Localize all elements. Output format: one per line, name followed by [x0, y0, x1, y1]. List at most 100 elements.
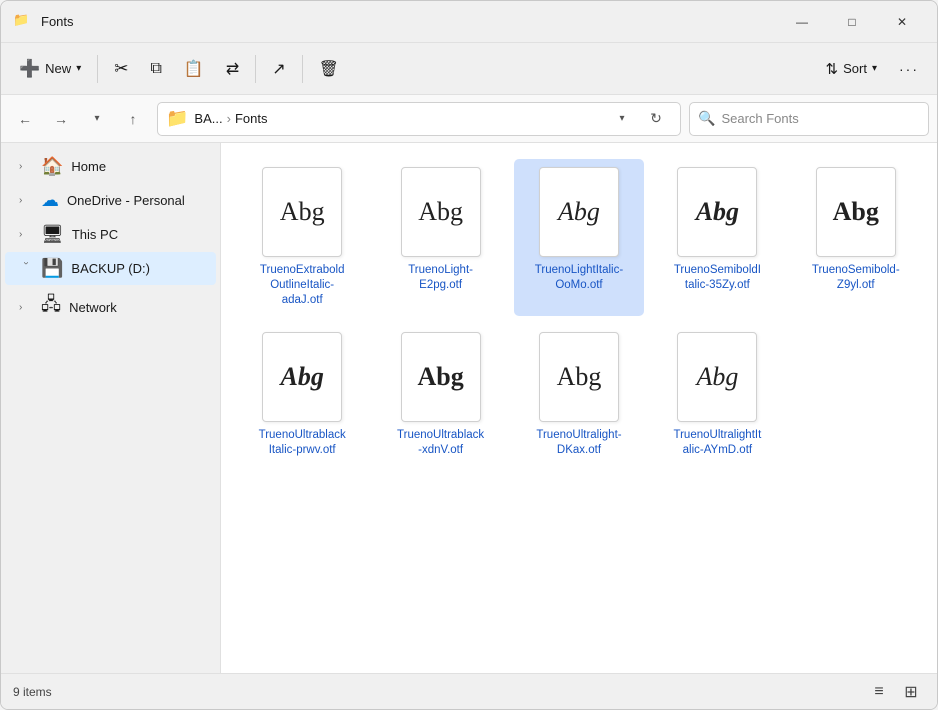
address-expand-button[interactable]: ▾	[606, 103, 638, 135]
sort-icon: ⇅	[826, 60, 839, 78]
sort-label: Sort	[843, 61, 867, 76]
sidebar-item-network[interactable]: › 🖧 Network	[5, 286, 216, 328]
network-chevron-icon: ›	[19, 302, 33, 313]
item-count: 9 items	[13, 685, 52, 699]
file-name: TruenoUltralightItalic-AYmD.otf	[672, 428, 762, 458]
maximize-button[interactable]: □	[829, 6, 875, 38]
address-chevron-icon: ▾	[619, 113, 624, 124]
toolbar-separator-3	[302, 55, 303, 83]
address-bar[interactable]: 📁 BA... › Fonts ▾ ↻	[157, 102, 681, 136]
sidebar-label-backup: BACKUP (D:)	[71, 261, 150, 276]
share-button[interactable]: ↗	[262, 50, 295, 88]
grid-view-icon: ⊞	[904, 682, 917, 702]
sidebar-label-thispc: This PC	[72, 227, 118, 242]
move-button[interactable]: ⇄	[216, 50, 249, 88]
breadcrumb: BA... › Fonts	[194, 111, 267, 126]
font-icon: Abg	[262, 167, 342, 257]
address-actions: ▾ ↻	[606, 103, 672, 135]
paste-button[interactable]: 📋	[174, 50, 214, 88]
file-grid: Abg TruenoExtraboldOutlineItalic-adaJ.otf…	[237, 159, 921, 466]
sidebar-label-onedrive: OneDrive - Personal	[67, 193, 185, 208]
backup-icon: 💾	[41, 258, 63, 279]
font-preview-text: Abg	[417, 362, 463, 392]
sidebar: › 🏠 Home › ☁ OneDrive - Personal › 🖥 Thi…	[1, 143, 221, 673]
sort-chevron-icon: ▾	[872, 63, 877, 74]
title-bar: 📁 Fonts — □ ✕	[1, 1, 937, 43]
delete-icon: 🗑	[319, 59, 339, 79]
file-name: TruenoUltrablack-xdnV.otf	[396, 428, 486, 458]
search-bar[interactable]: 🔍 Search Fonts	[689, 102, 929, 136]
font-icon: Abg	[401, 332, 481, 422]
new-chevron-icon: ▾	[76, 63, 81, 74]
file-item[interactable]: AbgTruenoSemibold-Z9yl.otf	[791, 159, 921, 316]
history-chevron-icon: ▾	[94, 113, 99, 124]
file-item[interactable]: Abg TruenoUltrablackItalic-prwv.otf	[237, 324, 367, 466]
folder-icon: 📁	[13, 12, 33, 32]
font-preview-text: Abg	[558, 197, 600, 227]
font-icon: Abg	[539, 167, 619, 257]
font-preview-text: Abg	[280, 197, 325, 227]
file-name: TruenoLightItalic-OoMo.otf	[534, 263, 624, 293]
font-icon: Abg	[262, 332, 342, 422]
file-name: TruenoSemibold-Z9yl.otf	[811, 263, 901, 293]
copy-button[interactable]: ⧉	[140, 50, 171, 88]
font-icon: Abg	[539, 332, 619, 422]
close-button[interactable]: ✕	[879, 6, 925, 38]
refresh-button[interactable]: ↻	[640, 103, 672, 135]
sidebar-item-thispc[interactable]: › 🖥 This PC	[5, 218, 216, 251]
window-title: Fonts	[41, 14, 74, 29]
forward-button[interactable]: →	[45, 103, 77, 135]
sidebar-item-backup[interactable]: › 💾 BACKUP (D:)	[5, 252, 216, 285]
file-item[interactable]: Abg TruenoLightItalic-OoMo.otf	[514, 159, 644, 316]
more-button[interactable]: ···	[889, 50, 929, 88]
home-chevron-icon: ›	[19, 161, 33, 172]
file-name: TruenoUltrablackItalic-prwv.otf	[257, 428, 347, 458]
breadcrumb-part2: Fonts	[235, 111, 268, 126]
sort-button[interactable]: ⇅ Sort ▾	[816, 50, 887, 88]
file-item[interactable]: Abg TruenoUltrablack-xdnV.otf	[375, 324, 505, 466]
breadcrumb-sep1: ›	[227, 111, 231, 126]
list-view-button[interactable]: ≡	[865, 678, 893, 706]
home-icon: 🏠	[41, 156, 63, 177]
move-icon: ⇄	[226, 59, 239, 79]
address-folder-icon: 📁	[166, 108, 188, 129]
refresh-icon: ↻	[650, 110, 662, 127]
status-right: ≡ ⊞	[865, 678, 925, 706]
new-button[interactable]: ➕ New ▾	[9, 50, 91, 88]
file-area[interactable]: Abg TruenoExtraboldOutlineItalic-adaJ.otf…	[221, 143, 937, 673]
sidebar-label-network: Network	[69, 300, 117, 315]
back-button[interactable]: ←	[9, 103, 41, 135]
font-preview-text: Abg	[557, 362, 602, 392]
font-preview-text: Abg	[696, 197, 739, 227]
share-icon: ↗	[272, 59, 285, 79]
list-view-icon: ≡	[874, 683, 883, 701]
main-window: 📁 Fonts — □ ✕ ➕ New ▾ ✂ ⧉ 📋 ⇄ ↗	[0, 0, 938, 710]
font-icon: Abg	[677, 332, 757, 422]
forward-icon: →	[54, 111, 68, 127]
file-item[interactable]: Abg TruenoUltralightItalic-AYmD.otf	[652, 324, 782, 466]
up-button[interactable]: ↑	[117, 103, 149, 135]
file-name: TruenoExtraboldOutlineItalic-adaJ.otf	[257, 263, 347, 308]
grid-view-button[interactable]: ⊞	[897, 678, 925, 706]
sidebar-item-onedrive[interactable]: › ☁ OneDrive - Personal	[5, 184, 216, 217]
thispc-icon: 🖥	[41, 224, 64, 245]
more-icon: ···	[899, 61, 919, 77]
nav-bar: ← → ▾ ↑ 📁 BA... › Fonts ▾ ↻	[1, 95, 937, 143]
file-item[interactable]: AbgTruenoUltralight-DKax.otf	[514, 324, 644, 466]
file-item[interactable]: AbgTruenoLight-E2pg.otf	[375, 159, 505, 316]
minimize-button[interactable]: —	[779, 6, 825, 38]
backup-chevron-icon: ›	[21, 262, 32, 276]
file-item[interactable]: Abg TruenoSemiboldItalic-35Zy.otf	[652, 159, 782, 316]
search-placeholder: Search Fonts	[721, 111, 798, 126]
status-bar: 9 items ≡ ⊞	[1, 673, 937, 709]
cut-button[interactable]: ✂	[104, 50, 138, 88]
file-item[interactable]: Abg TruenoExtraboldOutlineItalic-adaJ.otf	[237, 159, 367, 316]
network-icon: 🖧	[41, 292, 61, 322]
title-bar-left: 📁 Fonts	[13, 12, 74, 32]
font-preview-text: Abg	[696, 362, 738, 392]
sidebar-item-home[interactable]: › 🏠 Home	[5, 150, 216, 183]
search-icon: 🔍	[698, 110, 715, 127]
delete-button[interactable]: 🗑	[309, 50, 349, 88]
history-button[interactable]: ▾	[81, 103, 113, 135]
file-name: TruenoSemiboldItalic-35Zy.otf	[672, 263, 762, 293]
